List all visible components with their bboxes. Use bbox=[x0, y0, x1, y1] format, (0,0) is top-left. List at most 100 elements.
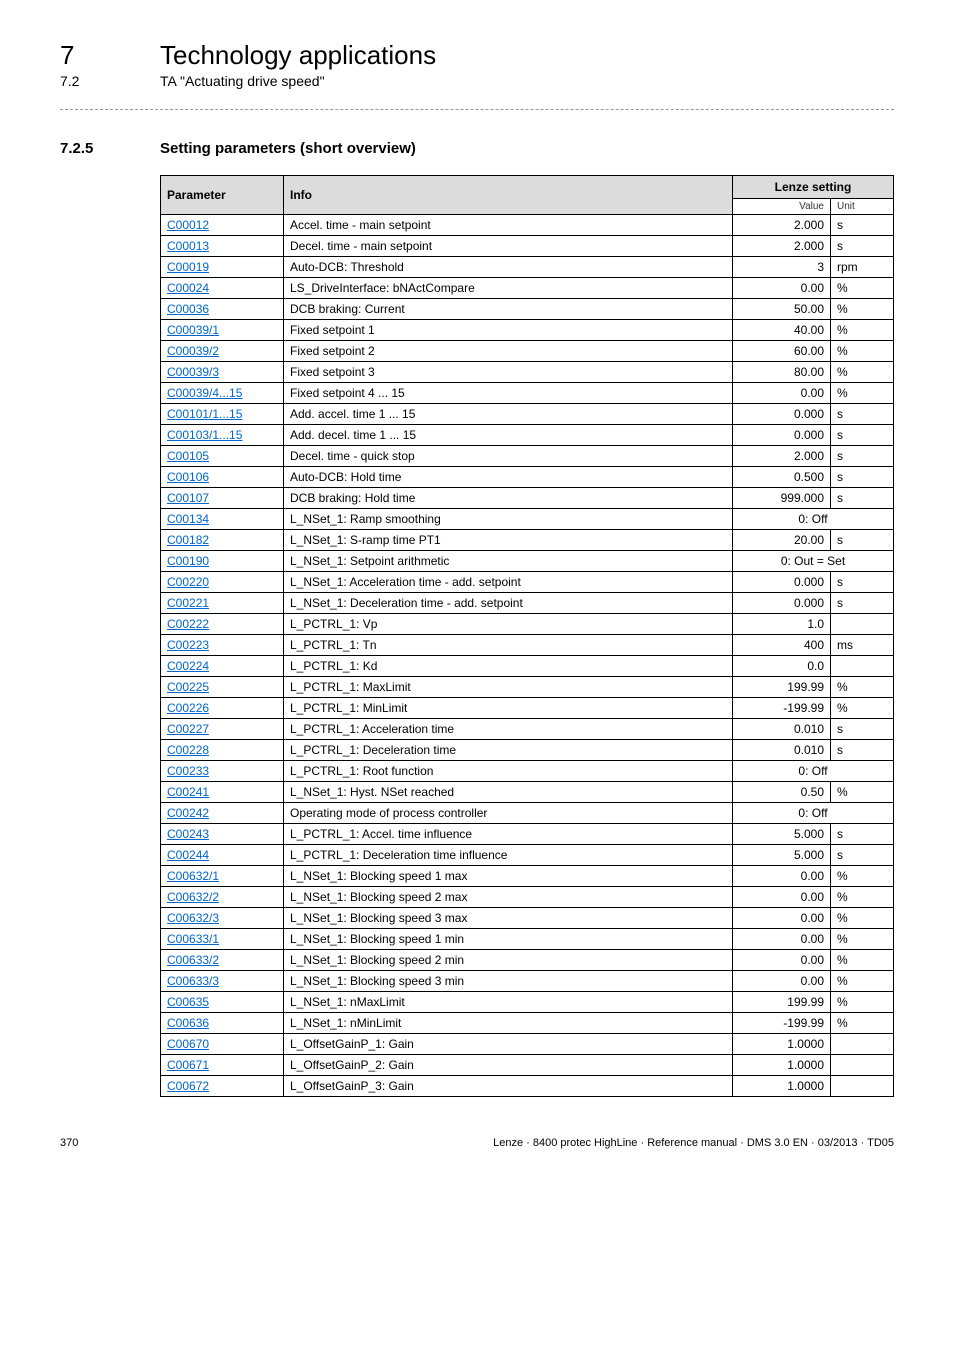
table-row: C00633/3L_NSet_1: Blocking speed 3 min0.… bbox=[161, 971, 894, 992]
section-title: Setting parameters (short overview) bbox=[160, 140, 416, 157]
info-cell: L_PCTRL_1: MaxLimit bbox=[284, 677, 733, 698]
parameter-link[interactable]: C00221 bbox=[161, 593, 284, 614]
unit-cell: s bbox=[831, 404, 894, 425]
parameter-link[interactable]: C00036 bbox=[161, 299, 284, 320]
parameter-link[interactable]: C00228 bbox=[161, 740, 284, 761]
value-cell: 5.000 bbox=[733, 824, 831, 845]
table-row: C00024LS_DriveInterface: bNActCompare0.0… bbox=[161, 278, 894, 299]
value-cell: 199.99 bbox=[733, 677, 831, 698]
parameter-link[interactable]: C00039/3 bbox=[161, 362, 284, 383]
parameter-link[interactable]: C00223 bbox=[161, 635, 284, 656]
parameter-link[interactable]: C00182 bbox=[161, 530, 284, 551]
parameter-link[interactable]: C00106 bbox=[161, 467, 284, 488]
parameter-link[interactable]: C00134 bbox=[161, 509, 284, 530]
parameter-link[interactable]: C00636 bbox=[161, 1013, 284, 1034]
table-row: C00107DCB braking: Hold time999.000s bbox=[161, 488, 894, 509]
info-cell: L_OffsetGainP_2: Gain bbox=[284, 1055, 733, 1076]
info-cell: L_PCTRL_1: Deceleration time bbox=[284, 740, 733, 761]
parameter-link[interactable]: C00670 bbox=[161, 1034, 284, 1055]
parameter-link[interactable]: C00242 bbox=[161, 803, 284, 824]
unit-cell: % bbox=[831, 929, 894, 950]
value-span-cell: 0: Out = Set bbox=[733, 551, 894, 572]
parameter-link[interactable]: C00224 bbox=[161, 656, 284, 677]
info-cell: Decel. time - main setpoint bbox=[284, 236, 733, 257]
unit-cell: s bbox=[831, 446, 894, 467]
parameter-link[interactable]: C00220 bbox=[161, 572, 284, 593]
unit-cell: s bbox=[831, 530, 894, 551]
divider bbox=[60, 109, 894, 110]
parameter-link[interactable]: C00233 bbox=[161, 761, 284, 782]
unit-cell: % bbox=[831, 383, 894, 404]
unit-cell bbox=[831, 614, 894, 635]
table-row: C00036DCB braking: Current50.00% bbox=[161, 299, 894, 320]
table-row: C00190L_NSet_1: Setpoint arithmetic0: Ou… bbox=[161, 551, 894, 572]
value-cell: 199.99 bbox=[733, 992, 831, 1013]
value-cell: -199.99 bbox=[733, 698, 831, 719]
parameter-link[interactable]: C00012 bbox=[161, 215, 284, 236]
unit-cell: s bbox=[831, 425, 894, 446]
info-cell: L_NSet_1: Acceleration time - add. setpo… bbox=[284, 572, 733, 593]
info-cell: L_NSet_1: Hyst. NSet reached bbox=[284, 782, 733, 803]
parameter-link[interactable]: C00241 bbox=[161, 782, 284, 803]
value-cell: 0.000 bbox=[733, 572, 831, 593]
parameter-link[interactable]: C00227 bbox=[161, 719, 284, 740]
info-cell: Fixed setpoint 3 bbox=[284, 362, 733, 383]
parameter-link[interactable]: C00672 bbox=[161, 1076, 284, 1097]
parameter-link[interactable]: C00632/2 bbox=[161, 887, 284, 908]
table-row: C00105Decel. time - quick stop2.000s bbox=[161, 446, 894, 467]
info-cell: L_NSet_1: S-ramp time PT1 bbox=[284, 530, 733, 551]
parameter-link[interactable]: C00222 bbox=[161, 614, 284, 635]
parameter-link[interactable]: C00190 bbox=[161, 551, 284, 572]
unit-cell bbox=[831, 1055, 894, 1076]
value-cell: 20.00 bbox=[733, 530, 831, 551]
parameter-link[interactable]: C00244 bbox=[161, 845, 284, 866]
info-cell: Fixed setpoint 4 ... 15 bbox=[284, 383, 733, 404]
value-cell: 1.0 bbox=[733, 614, 831, 635]
info-cell: L_OffsetGainP_3: Gain bbox=[284, 1076, 733, 1097]
parameter-link[interactable]: C00039/4...15 bbox=[161, 383, 284, 404]
value-cell: 0.000 bbox=[733, 593, 831, 614]
parameter-link[interactable]: C00019 bbox=[161, 257, 284, 278]
parameter-link[interactable]: C00101/1...15 bbox=[161, 404, 284, 425]
parameter-link[interactable]: C00671 bbox=[161, 1055, 284, 1076]
unit-cell: s bbox=[831, 593, 894, 614]
parameter-link[interactable]: C00013 bbox=[161, 236, 284, 257]
table-row: C00243L_PCTRL_1: Accel. time influence5.… bbox=[161, 824, 894, 845]
table-row: C00134L_NSet_1: Ramp smoothing0: Off bbox=[161, 509, 894, 530]
parameter-link[interactable]: C00632/3 bbox=[161, 908, 284, 929]
parameter-link[interactable]: C00633/3 bbox=[161, 971, 284, 992]
parameter-link[interactable]: C00103/1...15 bbox=[161, 425, 284, 446]
table-row: C00672L_OffsetGainP_3: Gain1.0000 bbox=[161, 1076, 894, 1097]
info-cell: Fixed setpoint 2 bbox=[284, 341, 733, 362]
parameter-link[interactable]: C00635 bbox=[161, 992, 284, 1013]
value-span-cell: 0: Off bbox=[733, 761, 894, 782]
info-cell: L_NSet_1: Blocking speed 2 min bbox=[284, 950, 733, 971]
unit-cell: ms bbox=[831, 635, 894, 656]
parameter-link[interactable]: C00225 bbox=[161, 677, 284, 698]
value-cell: 0.500 bbox=[733, 467, 831, 488]
info-cell: LS_DriveInterface: bNActCompare bbox=[284, 278, 733, 299]
parameter-link[interactable]: C00039/2 bbox=[161, 341, 284, 362]
footer-reference: Lenze · 8400 protec HighLine · Reference… bbox=[493, 1137, 894, 1149]
info-cell: Auto-DCB: Threshold bbox=[284, 257, 733, 278]
table-row: C00244L_PCTRL_1: Deceleration time influ… bbox=[161, 845, 894, 866]
parameter-link[interactable]: C00107 bbox=[161, 488, 284, 509]
parameter-link[interactable]: C00633/1 bbox=[161, 929, 284, 950]
parameter-link[interactable]: C00633/2 bbox=[161, 950, 284, 971]
table-row: C00242Operating mode of process controll… bbox=[161, 803, 894, 824]
parameter-link[interactable]: C00226 bbox=[161, 698, 284, 719]
parameter-link[interactable]: C00024 bbox=[161, 278, 284, 299]
unit-cell: % bbox=[831, 887, 894, 908]
table-row: C00039/1Fixed setpoint 140.00% bbox=[161, 320, 894, 341]
parameter-link[interactable]: C00632/1 bbox=[161, 866, 284, 887]
parameter-link[interactable]: C00243 bbox=[161, 824, 284, 845]
parameter-link[interactable]: C00105 bbox=[161, 446, 284, 467]
table-row: C00222L_PCTRL_1: Vp1.0 bbox=[161, 614, 894, 635]
info-cell: Decel. time - quick stop bbox=[284, 446, 733, 467]
parameter-link[interactable]: C00039/1 bbox=[161, 320, 284, 341]
table-row: C00228L_PCTRL_1: Deceleration time0.010s bbox=[161, 740, 894, 761]
unit-cell: s bbox=[831, 572, 894, 593]
table-row: C00632/3L_NSet_1: Blocking speed 3 max0.… bbox=[161, 908, 894, 929]
unit-cell: % bbox=[831, 320, 894, 341]
info-cell: L_PCTRL_1: Kd bbox=[284, 656, 733, 677]
